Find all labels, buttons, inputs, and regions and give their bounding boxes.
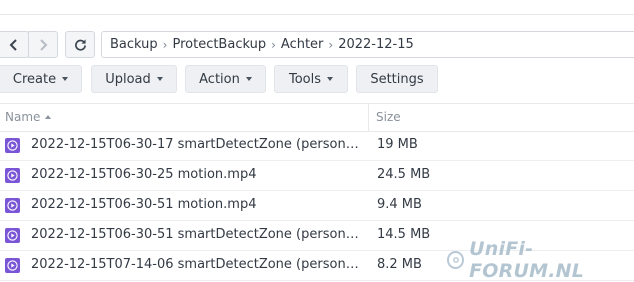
caret-down-icon	[62, 77, 69, 81]
column-divider[interactable]	[368, 104, 369, 131]
top-bar	[0, 0, 634, 15]
caret-down-icon	[245, 77, 252, 81]
create-button-label: Create	[12, 71, 57, 87]
tools-button-label: Tools	[288, 71, 322, 87]
file-size: 24.5 MB	[377, 167, 431, 182]
video-file-icon	[5, 198, 20, 213]
file-name: 2022-12-15T06-30-51 smartDetectZone (per…	[31, 227, 361, 242]
video-file-icon	[5, 138, 20, 153]
file-name: 2022-12-15T06-30-17 smartDetectZone (per…	[31, 137, 361, 152]
file-row[interactable]: 2022-12-15T06-30-17 smartDetectZone (per…	[0, 131, 634, 161]
chevron-right-icon: ›	[162, 37, 168, 52]
create-button[interactable]: Create	[0, 65, 82, 93]
breadcrumb-item[interactable]: Backup	[110, 37, 158, 52]
file-size: 14.5 MB	[377, 227, 431, 242]
navigation-bar: Backup › ProtectBackup › Achter › 2022-1…	[0, 31, 634, 60]
video-file-icon	[5, 228, 20, 243]
forward-button[interactable]	[28, 31, 58, 58]
video-file-icon	[5, 168, 20, 183]
upload-button[interactable]: Upload	[91, 65, 177, 93]
refresh-button[interactable]	[65, 31, 95, 58]
column-header-size-label: Size	[376, 110, 401, 124]
file-name: 2022-12-15T06-30-51 motion.mp4	[31, 197, 257, 212]
chevron-right-icon: ›	[271, 37, 276, 52]
file-size: 9.4 MB	[377, 197, 422, 212]
file-size: 8.2 MB	[377, 257, 422, 272]
file-name: 2022-12-15T06-30-25 motion.mp4	[31, 167, 257, 182]
breadcrumb-item[interactable]: ProtectBackup	[172, 37, 266, 52]
breadcrumb-item[interactable]: Achter	[281, 37, 324, 52]
file-list-header: Name Size	[0, 103, 634, 132]
video-file-icon	[5, 258, 20, 273]
column-header-name-label: Name	[5, 110, 41, 124]
back-button[interactable]	[0, 31, 29, 58]
column-header-name[interactable]: Name	[5, 110, 52, 124]
watermark: UniFi-FORUM.NL	[447, 238, 634, 282]
file-row[interactable]: 2022-12-15T06-30-51 motion.mp4 9.4 MB	[0, 191, 634, 221]
settings-button[interactable]: Settings	[356, 65, 438, 93]
action-button-label: Action	[199, 71, 240, 87]
sort-ascending-icon	[45, 115, 52, 119]
tools-button[interactable]: Tools	[274, 65, 348, 93]
action-button[interactable]: Action	[185, 65, 266, 93]
breadcrumb: Backup › ProtectBackup › Achter › 2022-1…	[101, 31, 634, 58]
column-header-size[interactable]: Size	[376, 110, 401, 124]
upload-button-label: Upload	[105, 71, 151, 87]
settings-button-label: Settings	[370, 71, 424, 87]
caret-down-icon	[327, 77, 334, 81]
refresh-icon	[74, 39, 86, 51]
chevron-left-icon	[9, 38, 17, 51]
toolbar: Create Upload Action Tools Settings	[0, 65, 634, 93]
watermark-text: UniFi-FORUM.NL	[469, 238, 585, 282]
breadcrumb-item[interactable]: 2022-12-15	[338, 37, 414, 52]
file-row[interactable]: 2022-12-15T06-30-25 motion.mp4 24.5 MB	[0, 161, 634, 191]
file-size: 19 MB	[377, 137, 418, 152]
chevron-right-icon	[40, 38, 48, 51]
caret-down-icon	[156, 77, 163, 81]
chevron-right-icon: ›	[328, 37, 334, 52]
unifi-logo-icon	[447, 251, 465, 269]
file-name: 2022-12-15T07-14-06 smartDetectZone (per…	[31, 257, 361, 272]
